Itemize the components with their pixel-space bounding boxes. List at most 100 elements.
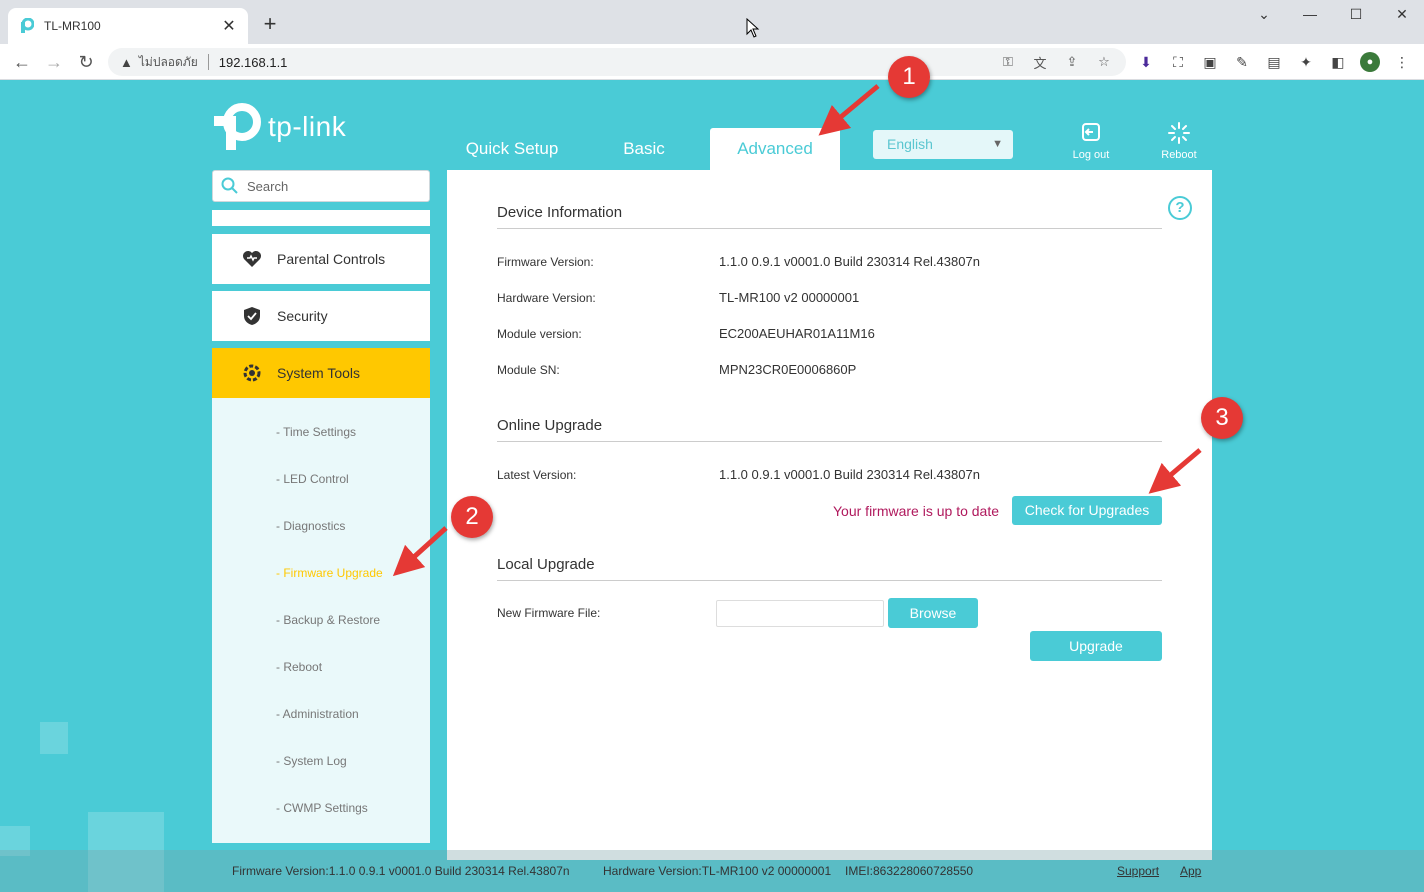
sidebar-item-system-tools[interactable]: System Tools: [212, 348, 430, 398]
firmware-file-input[interactable]: [716, 600, 884, 627]
sidebar-item-label: System Tools: [277, 365, 360, 381]
reload-icon[interactable]: ↻: [74, 50, 98, 74]
chevron-down-icon: ▼: [992, 138, 1003, 150]
latest-version-label: Latest Version:: [497, 468, 577, 482]
hardware-version-label: Hardware Version:: [497, 291, 596, 305]
reboot-button[interactable]: Reboot: [1149, 122, 1209, 161]
cast-extension-icon[interactable]: ▣: [1200, 52, 1220, 72]
reboot-label: Reboot: [1161, 149, 1197, 161]
search-placeholder: Search: [247, 178, 289, 194]
footer-hardware-version: Hardware Version:TL-MR100 v2 00000001: [603, 864, 832, 878]
browser-menu-icon[interactable]: ⋮: [1392, 52, 1412, 72]
firmware-version-label: Firmware Version:: [497, 255, 594, 269]
new-firmware-file-label: New Firmware File:: [497, 606, 601, 620]
new-tab-button[interactable]: +: [258, 12, 282, 36]
logout-label: Log out: [1072, 149, 1110, 161]
sidebar-item-security[interactable]: Security: [212, 291, 430, 341]
module-version-value: EC200AEUHAR01A11M16: [719, 326, 875, 341]
bookmark-star-icon[interactable]: ☆: [1094, 54, 1114, 70]
latest-version-value: 1.1.0 0.9.1 v0001.0 Build 230314 Rel.438…: [719, 467, 980, 482]
decor-square: [40, 722, 68, 754]
sidebar-item-partial[interactable]: [212, 210, 430, 226]
submenu-time-settings[interactable]: - Time Settings: [276, 425, 356, 439]
tab-search-icon[interactable]: ⌄: [1244, 6, 1284, 23]
tab-close-icon[interactable]: ✕: [220, 16, 238, 36]
browser-tab[interactable]: TL-MR100 ✕: [8, 8, 248, 44]
check-for-upgrades-button[interactable]: Check for Upgrades: [1012, 496, 1162, 525]
firmware-version-value: 1.1.0 0.9.1 v0001.0 Build 230314 Rel.438…: [719, 254, 980, 269]
module-sn-label: Module SN:: [497, 363, 560, 377]
share-icon[interactable]: ⇪: [1062, 54, 1082, 70]
browser-tabstrip: TL-MR100 ✕ + ⌄ — ☐ ✕: [0, 0, 1424, 44]
search-icon: [221, 177, 238, 194]
browse-button[interactable]: Browse: [888, 598, 978, 628]
local-upgrade-title: Local Upgrade: [497, 556, 1162, 581]
logout-button[interactable]: Log out: [1061, 122, 1121, 161]
maximize-icon[interactable]: ☐: [1336, 6, 1376, 23]
warning-icon[interactable]: ▲: [120, 55, 133, 70]
submenu-diagnostics[interactable]: - Diagnostics: [276, 519, 345, 533]
mouse-cursor-icon: [746, 18, 760, 38]
tplink-favicon-icon: [21, 18, 34, 33]
upgrade-button[interactable]: Upgrade: [1030, 631, 1162, 661]
minimize-icon[interactable]: —: [1290, 6, 1330, 22]
heart-icon: [240, 247, 264, 271]
app-link[interactable]: App: [1180, 864, 1201, 878]
insecure-label[interactable]: ไม่ปลอดภัย: [139, 53, 198, 72]
close-window-icon[interactable]: ✕: [1382, 6, 1422, 23]
profile-avatar-icon[interactable]: ●: [1360, 52, 1380, 72]
nav-quick-setup[interactable]: Quick Setup: [456, 128, 568, 170]
online-upgrade-title: Online Upgrade: [497, 417, 1162, 442]
download-extension-icon[interactable]: ⬇: [1136, 52, 1156, 72]
side-panel-icon[interactable]: ◧: [1328, 52, 1348, 72]
submenu-firmware-upgrade[interactable]: - Firmware Upgrade: [276, 566, 383, 580]
submenu-administration[interactable]: - Administration: [276, 707, 359, 721]
forward-icon[interactable]: →: [42, 50, 66, 74]
annotation-badge-3: 3: [1201, 397, 1243, 439]
submenu-cwmp-settings[interactable]: - CWMP Settings: [276, 801, 368, 815]
submenu-system-log[interactable]: - System Log: [276, 754, 347, 768]
submenu-reboot[interactable]: - Reboot: [276, 660, 322, 674]
shield-icon: [240, 304, 264, 328]
help-icon[interactable]: ?: [1168, 196, 1192, 220]
hardware-version-value: TL-MR100 v2 00000001: [719, 290, 860, 305]
content-panel: ? Device Information Firmware Version: 1…: [447, 170, 1212, 860]
sidebar-item-label: Parental Controls: [277, 251, 386, 267]
support-link[interactable]: Support: [1117, 864, 1159, 878]
address-separator: [207, 54, 209, 70]
device-info-title: Device Information: [497, 204, 1162, 229]
router-page: tp-link Quick Setup Basic Advanced Engli…: [0, 80, 1424, 892]
back-icon[interactable]: ←: [10, 50, 34, 74]
annotation-badge-2: 2: [451, 496, 493, 538]
address-bar[interactable]: ▲ ไม่ปลอดภัย 192.168.1.1 ⚿ 文 ⇪ ☆: [108, 48, 1126, 76]
extensions-puzzle-icon[interactable]: ✦: [1296, 52, 1316, 72]
firmware-status-text: Your firmware is up to date: [833, 503, 1000, 519]
url-text[interactable]: 192.168.1.1: [219, 55, 986, 70]
tab-title: TL-MR100: [44, 19, 101, 33]
language-select[interactable]: English ▼: [873, 130, 1013, 159]
edit-extension-icon[interactable]: ✎: [1232, 52, 1252, 72]
nav-basic[interactable]: Basic: [596, 128, 692, 170]
sidebar-item-label: Security: [277, 308, 328, 324]
screenshot-extension-icon[interactable]: ⛶: [1168, 52, 1188, 72]
reboot-icon: [1149, 122, 1209, 144]
key-icon[interactable]: ⚿: [998, 54, 1018, 70]
brand-name: tp-link: [268, 111, 347, 142]
tplink-logo-icon: [214, 103, 261, 150]
module-version-label: Module version:: [497, 327, 582, 341]
tplink-logo[interactable]: tp-link: [212, 102, 346, 152]
gear-icon: [240, 361, 264, 385]
menu-search-input[interactable]: Search: [212, 170, 430, 202]
language-value: English: [887, 136, 933, 152]
nav-advanced[interactable]: Advanced: [710, 128, 840, 170]
translate-icon[interactable]: 文: [1030, 53, 1050, 72]
sidebar-item-parental-controls[interactable]: Parental Controls: [212, 234, 430, 284]
system-tools-submenu: - Time Settings - LED Control - Diagnost…: [212, 398, 430, 843]
logout-icon: [1061, 122, 1121, 144]
footer-imei: IMEI:863228060728550: [845, 864, 974, 878]
submenu-led-control[interactable]: - LED Control: [276, 472, 349, 486]
page-footer: Firmware Version:1.1.0 0.9.1 v0001.0 Bui…: [0, 850, 1424, 892]
footer-firmware-version: Firmware Version:1.1.0 0.9.1 v0001.0 Bui…: [232, 864, 570, 878]
capture-extension-icon[interactable]: ▤: [1264, 52, 1284, 72]
submenu-backup-restore[interactable]: - Backup & Restore: [276, 613, 380, 627]
